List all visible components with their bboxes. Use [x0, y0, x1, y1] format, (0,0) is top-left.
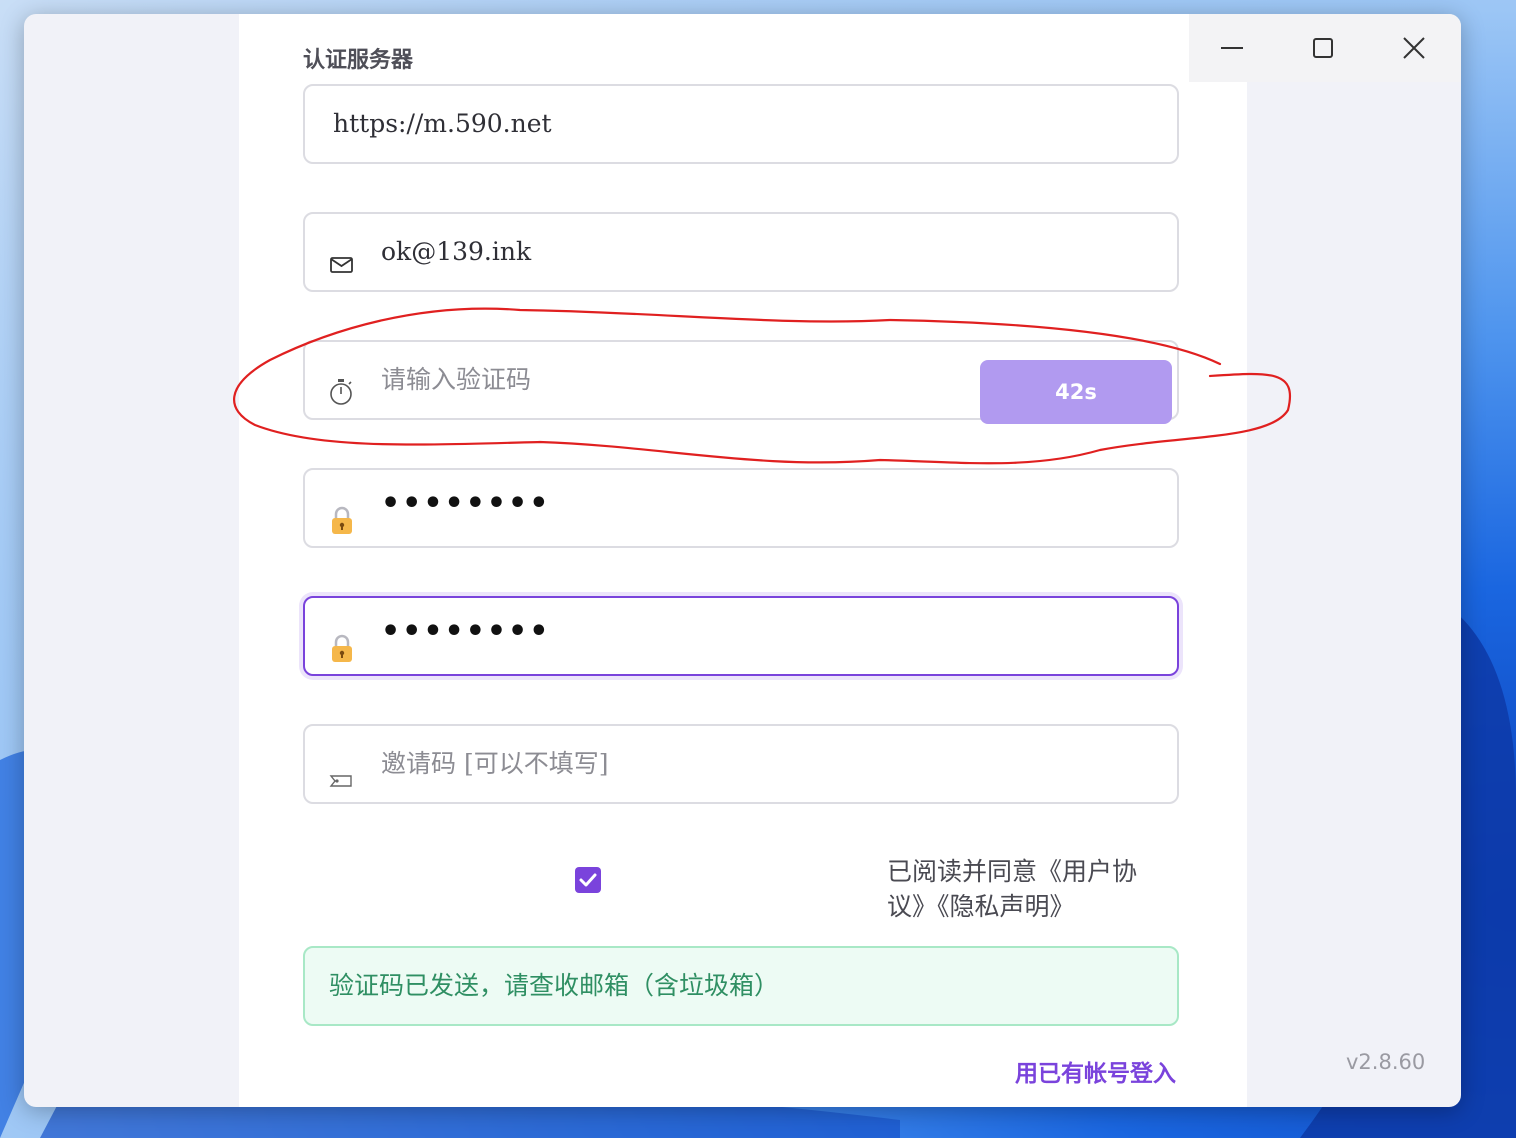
invite-code-field[interactable]: 邀请码 [可以不填写]: [303, 724, 1179, 804]
confirm-password-input[interactable]: ••••••••: [381, 594, 550, 670]
register-panel: [239, 14, 1247, 1107]
notice-text: 验证码已发送，请查收邮箱（含垃圾箱）: [329, 971, 780, 1000]
app-window: 认证服务器 https://m.590.net ok@139.ink 请输入验证…: [24, 14, 1461, 1107]
lock-icon: [332, 506, 352, 534]
login-existing-account-link[interactable]: 用已有帐号登入: [1015, 1054, 1176, 1088]
maximize-icon: [1313, 38, 1333, 58]
confirm-password-field[interactable]: ••••••••: [303, 596, 1179, 676]
stopwatch-icon: [330, 379, 352, 405]
invite-code-input[interactable]: 邀请码 [可以不填写]: [381, 726, 608, 802]
close-icon: [1403, 37, 1425, 59]
agreement-checkbox[interactable]: [575, 867, 601, 893]
minimize-button[interactable]: [1212, 28, 1252, 68]
lock-icon: [332, 634, 352, 662]
minimize-icon: [1221, 47, 1243, 49]
password-input[interactable]: ••••••••: [381, 466, 550, 542]
version-label: v2.8.60: [1346, 1050, 1426, 1074]
agreement-text[interactable]: 已阅读并同意《用户协议》《隐私声明》: [887, 854, 1167, 924]
tag-icon: [329, 775, 352, 787]
verification-code-field[interactable]: 请输入验证码 42s: [303, 340, 1179, 424]
email-value: ok@139.ink: [381, 237, 532, 266]
server-value: https://m.590.net: [333, 109, 552, 138]
password-field[interactable]: ••••••••: [303, 468, 1179, 548]
code-sent-notice: 验证码已发送，请查收邮箱（含垃圾箱）: [303, 946, 1179, 1026]
send-code-button[interactable]: 42s: [980, 360, 1172, 424]
close-button[interactable]: [1394, 28, 1434, 68]
titlebar-controls: [1189, 14, 1461, 82]
server-label: 认证服务器: [303, 48, 414, 73]
check-icon: [579, 873, 597, 887]
maximize-button[interactable]: [1303, 28, 1343, 68]
mail-icon: [330, 257, 353, 273]
email-field[interactable]: ok@139.ink: [303, 212, 1179, 292]
verification-code-input[interactable]: 请输入验证码: [381, 342, 531, 418]
server-field[interactable]: https://m.590.net: [303, 84, 1179, 164]
